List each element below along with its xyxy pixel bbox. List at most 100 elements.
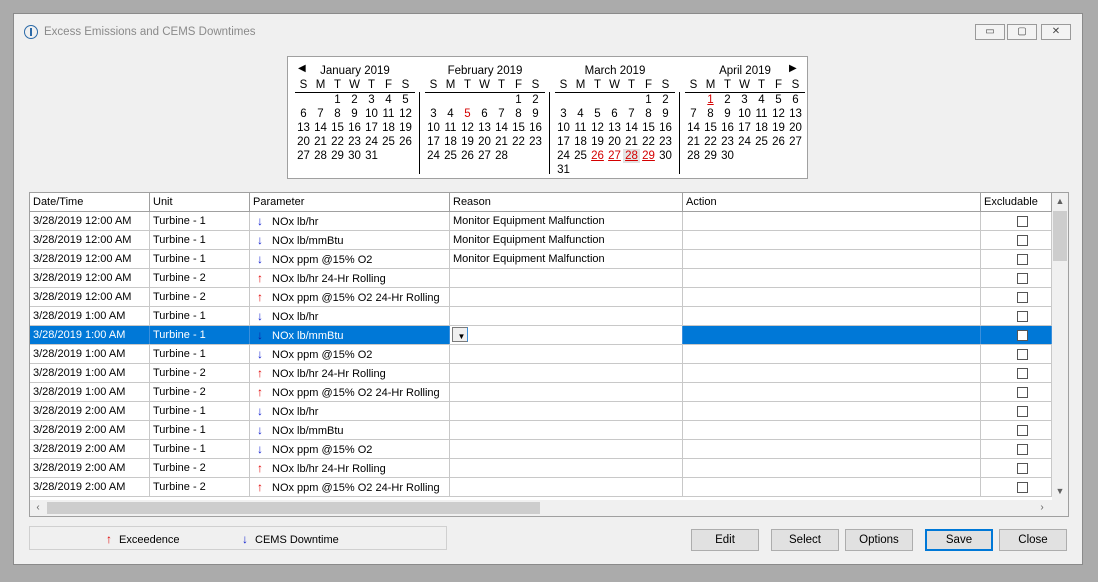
edit-button[interactable]: Edit [691, 529, 759, 551]
calendar-day[interactable]: 15 [329, 121, 346, 135]
calendar-day[interactable]: 4 [442, 107, 459, 121]
calendar-day[interactable]: 24 [363, 135, 380, 149]
table-row[interactable]: 3/28/2019 2:00 AM Turbine - 1 ↓ NOx lb/mmBt… [30, 421, 1052, 440]
calendar-day[interactable]: 21 [312, 135, 329, 149]
cell-action[interactable] [683, 288, 981, 306]
cell-reason[interactable] [450, 459, 683, 477]
calendar-day[interactable]: 1 [510, 93, 527, 107]
cell-unit[interactable]: Turbine - 1 [150, 212, 250, 230]
cell-action[interactable] [683, 307, 981, 325]
calendar-day[interactable]: 23 [657, 135, 674, 149]
cell-datetime[interactable]: 3/28/2019 1:00 AM [30, 307, 150, 325]
cell-datetime[interactable]: 3/28/2019 12:00 AM [30, 250, 150, 268]
calendar-month-title[interactable]: January 2019 [295, 64, 415, 78]
maximize-button[interactable]: ▢ [1007, 24, 1037, 40]
calendar-day[interactable]: 13 [476, 121, 493, 135]
calendar-day[interactable]: 12 [397, 107, 414, 121]
calendar-day[interactable]: 24 [555, 149, 572, 163]
calendar-day[interactable]: 18 [753, 121, 770, 135]
calendar-day[interactable]: 4 [753, 93, 770, 107]
calendar-day[interactable]: 7 [685, 107, 702, 121]
calendar-day[interactable]: 2 [719, 93, 736, 107]
table-row-selected[interactable]: 3/28/2019 1:00 AM Turbine - 1 ↓ NOx lb/mmBt… [30, 326, 1052, 345]
calendar-day[interactable]: 4 [572, 107, 589, 121]
table-row[interactable]: 3/28/2019 1:00 AM Turbine - 1 ↓ NOx lb/hr [30, 307, 1052, 326]
cell-datetime[interactable]: 3/28/2019 2:00 AM [30, 459, 150, 477]
calendar-day[interactable]: 16 [527, 121, 544, 135]
excludable-checkbox[interactable] [1017, 425, 1028, 436]
cell-reason[interactable] [450, 478, 683, 496]
calendar-day[interactable]: 13 [787, 107, 804, 121]
cell-unit[interactable]: Turbine - 1 [150, 231, 250, 249]
calendar-day[interactable]: 5 [589, 107, 606, 121]
calendar-day[interactable]: 14 [312, 121, 329, 135]
calendar-day[interactable]: 5 [459, 107, 476, 121]
cell-parameter[interactable]: ↓ NOx ppm @15% O2 [250, 345, 450, 363]
calendar-day[interactable]: 11 [572, 121, 589, 135]
column-header-datetime[interactable]: Date/Time [30, 193, 150, 211]
calendar-day[interactable]: 6 [295, 107, 312, 121]
select-button[interactable]: Select [771, 529, 839, 551]
cell-excludable[interactable] [981, 212, 1052, 230]
calendar-day[interactable]: 23 [527, 135, 544, 149]
month-calendar[interactable]: ◀ ▶ January 2019 S M T W T F S 1 2 3 4 5 6 7 8 9 10 11 12 13… [287, 56, 808, 179]
cell-action[interactable] [683, 440, 981, 458]
calendar-day[interactable]: 22 [702, 135, 719, 149]
save-button[interactable]: Save [925, 529, 993, 551]
calendar-day[interactable]: 3 [363, 93, 380, 107]
cell-parameter[interactable]: ↓ NOx lb/hr [250, 307, 450, 325]
cell-action[interactable] [683, 250, 981, 268]
cell-unit[interactable]: Turbine - 2 [150, 478, 250, 496]
cell-excludable[interactable] [981, 459, 1052, 477]
calendar-day[interactable]: 5 [770, 93, 787, 107]
table-row[interactable]: 3/28/2019 12:00 AM Turbine - 1 ↓ NOx lb/hr M… [30, 212, 1052, 231]
cell-reason[interactable] [450, 345, 683, 363]
column-header-excludable[interactable]: Excludable [981, 193, 1052, 211]
cell-action[interactable] [683, 421, 981, 439]
cell-parameter[interactable]: ↓ NOx lb/mmBtu [250, 231, 450, 249]
cell-datetime[interactable]: 3/28/2019 12:00 AM [30, 288, 150, 306]
calendar-day[interactable]: 15 [702, 121, 719, 135]
calendar-day[interactable]: 25 [753, 135, 770, 149]
calendar-day[interactable]: 13 [295, 121, 312, 135]
calendar-day[interactable]: 24 [736, 135, 753, 149]
cell-excludable[interactable] [981, 440, 1052, 458]
cell-reason[interactable] [450, 288, 683, 306]
excludable-checkbox[interactable] [1017, 387, 1028, 398]
cell-parameter[interactable]: ↑ NOx ppm @15% O2 24-Hr Rolling [250, 288, 450, 306]
cell-action[interactable] [683, 383, 981, 401]
table-row[interactable]: 3/28/2019 1:00 AM Turbine - 1 ↓ NOx ppm @15… [30, 345, 1052, 364]
calendar-day[interactable]: 11 [753, 107, 770, 121]
close-window-button[interactable]: ✕ [1041, 24, 1071, 40]
calendar-day[interactable]: 3 [736, 93, 753, 107]
calendar-day[interactable]: 3 [425, 107, 442, 121]
scroll-up-icon[interactable]: ▲ [1052, 193, 1068, 209]
cell-datetime[interactable]: 3/28/2019 12:00 AM [30, 212, 150, 230]
calendar-day[interactable]: 3 [555, 107, 572, 121]
calendar-day[interactable]: 12 [770, 107, 787, 121]
cell-reason[interactable] [450, 307, 683, 325]
cell-parameter[interactable]: ↓ NOx ppm @15% O2 [250, 440, 450, 458]
cell-unit[interactable]: Turbine - 1 [150, 440, 250, 458]
column-header-parameter[interactable]: Parameter [250, 193, 450, 211]
scroll-left-icon[interactable]: ‹ [30, 500, 46, 516]
calendar-day[interactable]: 2 [346, 93, 363, 107]
calendar-day[interactable]: 31 [555, 163, 572, 177]
cell-datetime[interactable]: 3/28/2019 1:00 AM [30, 345, 150, 363]
cell-excludable[interactable] [981, 402, 1052, 420]
calendar-day[interactable]: 11 [380, 107, 397, 121]
cell-reason[interactable] [450, 402, 683, 420]
calendar-day[interactable]: 28 [312, 149, 329, 163]
calendar-day[interactable]: 17 [555, 135, 572, 149]
calendar-day[interactable]: 14 [493, 121, 510, 135]
calendar-day[interactable]: 11 [442, 121, 459, 135]
excludable-checkbox[interactable] [1017, 463, 1028, 474]
calendar-day[interactable]: 25 [380, 135, 397, 149]
cell-excludable[interactable] [981, 250, 1052, 268]
scroll-down-icon[interactable]: ▼ [1052, 483, 1068, 499]
calendar-day[interactable]: 1 [640, 93, 657, 107]
cell-datetime[interactable]: 3/28/2019 1:00 AM [30, 383, 150, 401]
excludable-checkbox[interactable] [1017, 330, 1028, 341]
cell-excludable[interactable] [981, 364, 1052, 382]
cell-excludable[interactable] [981, 421, 1052, 439]
